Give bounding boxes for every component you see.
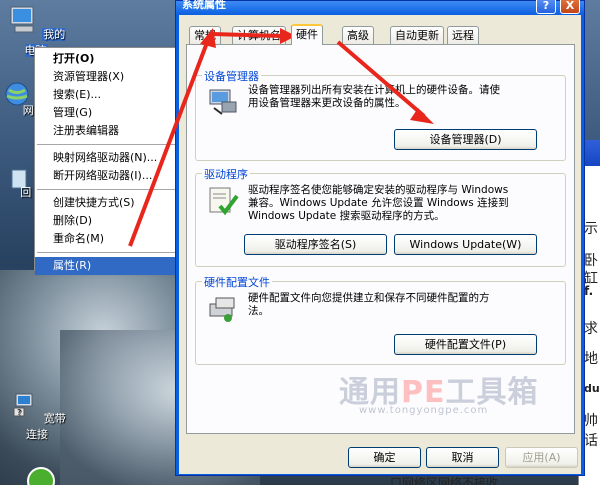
menu-item-explorer[interactable]: 资源管理器(X) <box>35 68 193 86</box>
driver-signing-icon <box>209 187 239 216</box>
group-hardware-profiles: 硬件配置文件 硬件配置文件向您提供建立和保存不同硬件配置的方 法。 硬件配置文件… <box>195 274 566 365</box>
group-description: 驱动程序签名使您能够确定安装的驱动程序与 Windows <box>248 184 509 196</box>
menu-item-create-shortcut[interactable]: 创建快捷方式(S) <box>35 194 193 212</box>
group-title: 设备管理器 <box>202 68 261 84</box>
context-menu: 打开(O) 资源管理器(X) 搜索(E)... 管理(G) 注册表编辑器 映射网… <box>34 47 194 275</box>
group-description: 设备管理器列出所有安装在计算机上的硬件设备。请使 <box>248 84 500 96</box>
dialog-title: 系统属性 <box>182 0 226 11</box>
tab-advanced[interactable]: 高级 <box>342 26 374 44</box>
desktop-icon-label: 回 <box>20 186 32 199</box>
group-description: 用设备管理器来更改设备的属性。 <box>248 97 406 109</box>
group-title: 硬件配置文件 <box>202 274 272 290</box>
watermark-url: www.tongyongpe.com <box>359 405 489 416</box>
windows-update-button[interactable]: Windows Update(W) <box>394 234 537 255</box>
menu-separator <box>37 252 191 253</box>
bg-text: 求 <box>584 321 598 337</box>
computer-icon <box>10 6 34 33</box>
menu-item-open[interactable]: 打开(O) <box>35 50 193 68</box>
group-title: 驱动程序 <box>202 166 250 182</box>
help-button[interactable]: ? <box>536 0 556 14</box>
menu-separator <box>37 144 191 145</box>
group-description: Windows Update 搜索驱动程序的方式。 <box>248 210 445 222</box>
cancel-button[interactable]: 取消 <box>426 447 499 468</box>
menu-item-disconnect-drive[interactable]: 断开网络驱动器(I)... <box>35 167 193 185</box>
tab-hardware[interactable]: 硬件 <box>291 24 323 45</box>
device-manager-button[interactable]: 设备管理器(D) <box>394 129 537 150</box>
bg-text: 地 <box>584 351 598 367</box>
group-device-manager: 设备管理器 设备管理器列出所有安装在计算机上的硬件设备。请使 用设备管理器来更改… <box>195 68 566 161</box>
close-button[interactable]: X <box>560 0 580 14</box>
group-description: 法。 <box>248 305 269 317</box>
tab-general[interactable]: 常规 <box>189 26 221 44</box>
menu-item-regedit[interactable]: 注册表编辑器 <box>35 122 193 140</box>
hardware-tab-panel: 设备管理器 设备管理器列出所有安装在计算机上的硬件设备。请使 用设备管理器来更改… <box>186 44 575 434</box>
start-orb-icon[interactable] <box>26 466 56 485</box>
menu-item-search[interactable]: 搜索(E)... <box>35 86 193 104</box>
group-description: 兼容。Windows Update 允许您设置 Windows 连接到 <box>248 197 509 209</box>
bg-text: 话 <box>584 433 598 449</box>
bg-text: 帅 <box>584 413 598 429</box>
ok-button[interactable]: 确定 <box>348 447 421 468</box>
broadband-connection-icon: ? <box>13 393 33 417</box>
system-properties-dialog: 系统属性 ? X 常规 计算机名 硬件 高级 自动更新 远程 设备管理器 设备管… <box>175 0 585 476</box>
menu-item-properties[interactable]: 属性(R) <box>35 257 193 275</box>
menu-item-delete[interactable]: 删除(D) <box>35 212 193 230</box>
svg-text:?: ? <box>17 408 21 417</box>
menu-item-rename[interactable]: 重命名(M) <box>35 230 193 248</box>
bg-text: f. <box>584 284 594 298</box>
tab-automatic-updates[interactable]: 自动更新 <box>390 26 444 44</box>
dialog-titlebar[interactable]: 系统属性 ? X <box>176 0 584 15</box>
device-manager-icon <box>209 89 237 115</box>
desktop-icon-broadband[interactable]: ? 宽带连接 <box>5 388 69 442</box>
tab-computer-name[interactable]: 计算机名 <box>232 26 286 44</box>
hardware-profiles-button[interactable]: 硬件配置文件(P) <box>394 334 537 355</box>
hardware-profile-icon <box>209 297 235 322</box>
group-description: 硬件配置文件向您提供建立和保存不同硬件配置的方 <box>248 292 490 304</box>
bg-text: 卧 <box>584 253 598 269</box>
menu-separator <box>37 189 191 190</box>
menu-item-map-drive[interactable]: 映射网络驱动器(N)... <box>35 149 193 167</box>
dialog-body: 常规 计算机名 硬件 高级 自动更新 远程 设备管理器 设备管理器列出所有安装在… <box>179 15 581 474</box>
driver-signing-button[interactable]: 驱动程序签名(S) <box>244 234 387 255</box>
bg-text: 示 <box>584 221 598 237</box>
group-drivers: 驱动程序 驱动程序签名使您能够确定安装的驱动程序与 Windows 兼容。Win… <box>195 166 566 267</box>
tab-remote[interactable]: 远程 <box>447 26 479 44</box>
menu-item-manage[interactable]: 管理(G) <box>35 104 193 122</box>
apply-button[interactable]: 应用(A) <box>505 447 578 468</box>
bg-text: du <box>584 382 600 395</box>
